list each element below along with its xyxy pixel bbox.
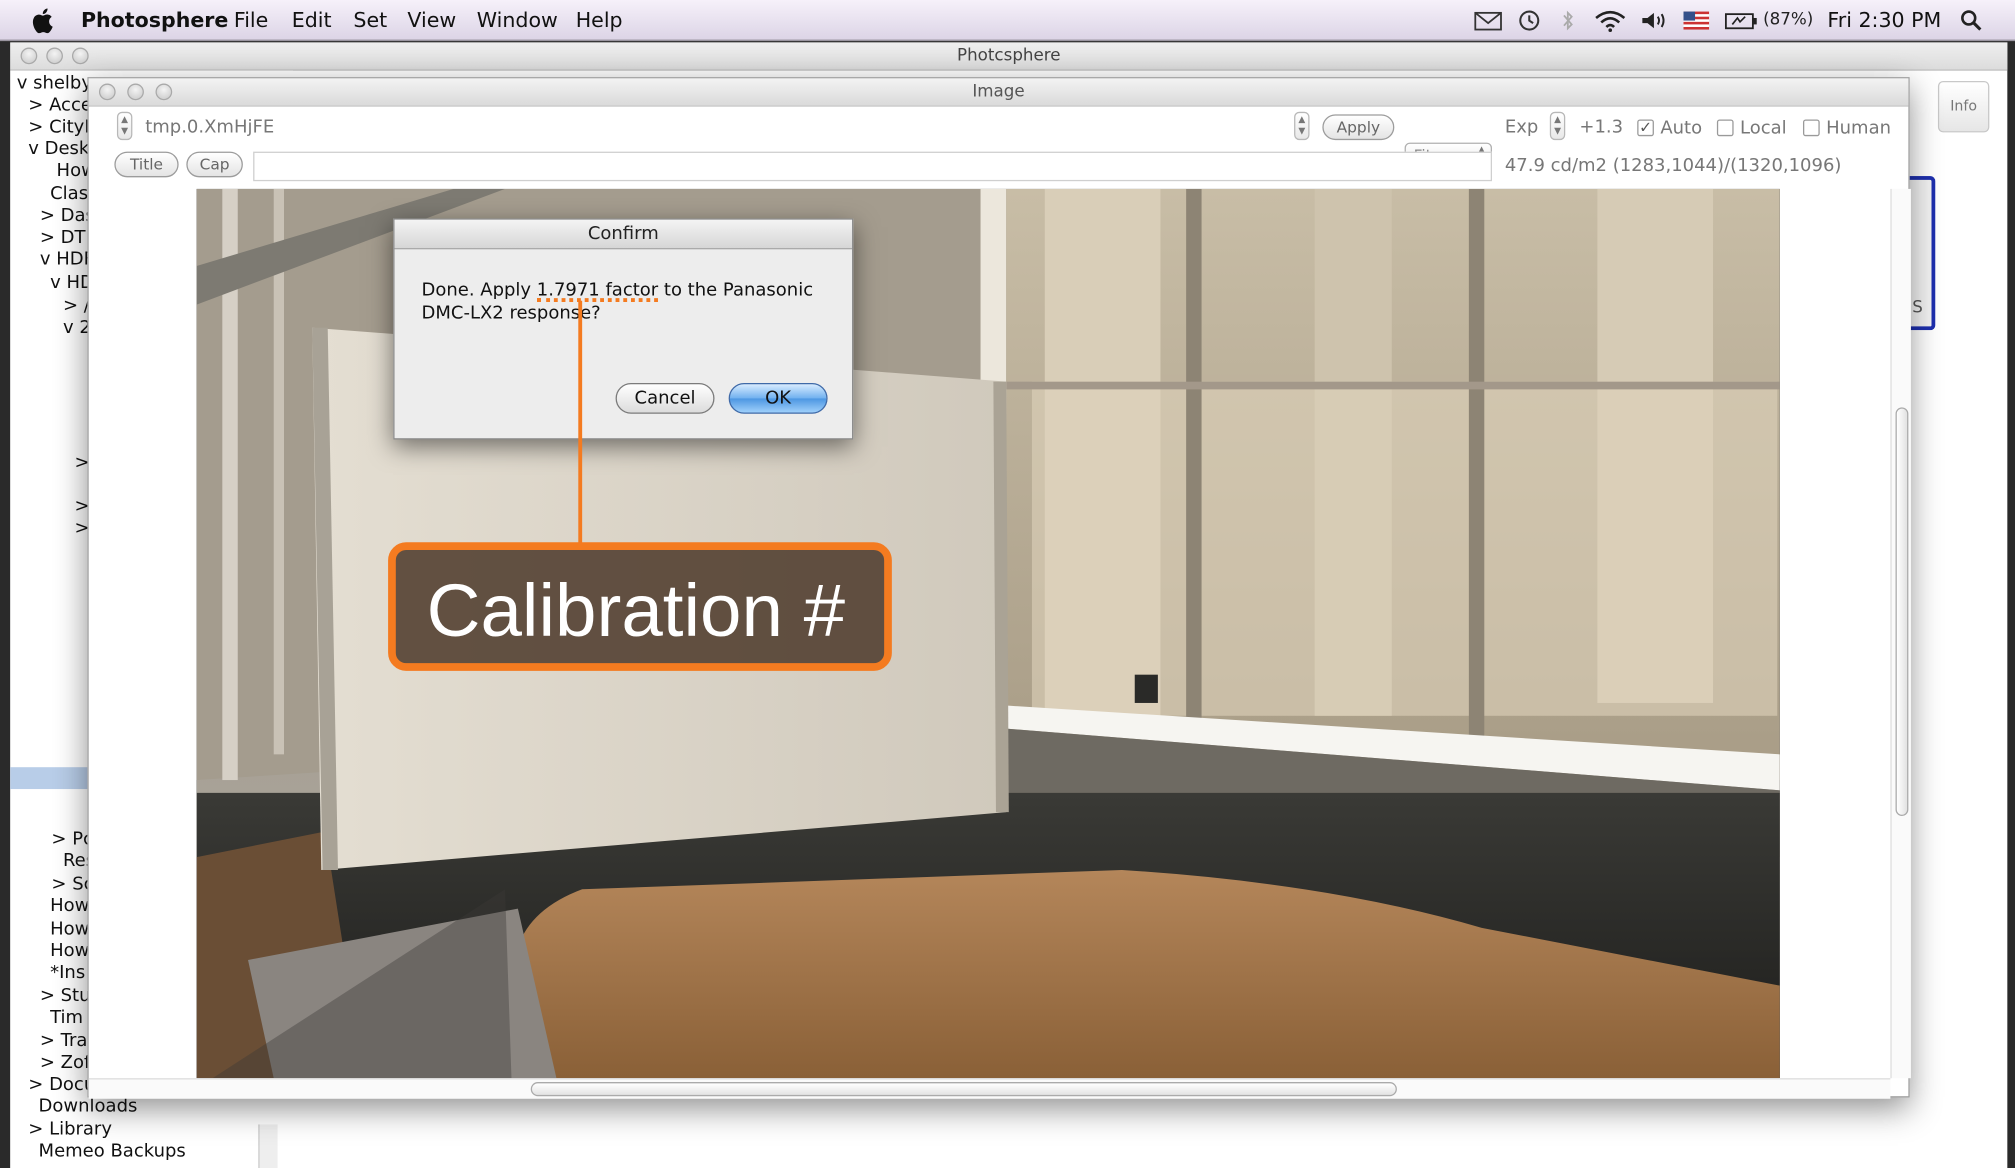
exposure-stepper[interactable]: ▲ ▼ (1549, 111, 1566, 141)
sidebar-item[interactable]: > Stu (40, 986, 91, 1008)
image-toolbar: ▲▼ tmp.0.XmHjFE ▲▼ Apply Fit▲▼ Exp ▲▼ +1… (89, 107, 1909, 169)
sidebar-item[interactable]: v Desk (28, 139, 89, 161)
cap-button[interactable]: Cap (186, 151, 243, 178)
info-button[interactable]: Info (1937, 80, 1990, 133)
menu-help[interactable]: Help (576, 8, 623, 32)
sidebar-item[interactable]: > Tra (40, 1031, 88, 1053)
vertical-scrollbar[interactable] (1890, 188, 1911, 1079)
apply-button[interactable]: Apply (1322, 114, 1395, 141)
exposure-value: +1.3 (1579, 116, 1624, 138)
file-stepper[interactable]: ▲ ▼ (116, 111, 133, 141)
image-window: Image ▲▼ tmp.0.XmHjFE ▲▼ Apply Fit▲▼ Exp… (87, 77, 1911, 1099)
battery-percent: (87%) (1763, 10, 1814, 30)
title-button[interactable]: Title (114, 151, 179, 178)
local-checkbox[interactable] (1716, 119, 1734, 137)
sidebar-item[interactable]: > / (63, 296, 90, 318)
sidebar-item[interactable]: Tim (50, 1008, 83, 1030)
sidebar-scrollbar[interactable] (258, 1124, 278, 1168)
partial-blue-frame: S (1907, 176, 1936, 331)
callout-leader-line (578, 300, 583, 545)
us-flag-icon[interactable] (1683, 9, 1710, 32)
sidebar-item[interactable]: Memeo Backups (39, 1141, 186, 1163)
exposure-label: Exp (1504, 116, 1539, 138)
menu-edit[interactable]: Edit (292, 8, 332, 32)
dialog-title: Confirm (394, 219, 853, 250)
human-checkbox[interactable] (1802, 119, 1820, 137)
sidebar-item[interactable]: > Library (28, 1119, 112, 1141)
sidebar-item[interactable]: *Ins (50, 963, 85, 985)
menu-window[interactable]: Window (477, 8, 558, 32)
sidebar-item[interactable]: Clas (50, 184, 88, 206)
callout-label: Calibration # (426, 569, 846, 653)
apply-stepper[interactable]: ▲ ▼ (1294, 111, 1310, 141)
battery-icon[interactable] (1724, 9, 1758, 32)
volume-icon[interactable] (1640, 9, 1668, 32)
wifi-icon[interactable] (1594, 9, 1627, 32)
sidebar-item[interactable]: How (50, 941, 89, 963)
sidebar-item[interactable]: v HDF (40, 249, 94, 271)
local-label: Local (1740, 118, 1787, 139)
auto-label: Auto (1660, 118, 1703, 139)
sidebar-selection-highlight (10, 767, 90, 790)
sidebar-item[interactable]: > Zof (40, 1052, 90, 1074)
menu-view[interactable]: View (407, 8, 456, 32)
menu-set[interactable]: Set (353, 8, 387, 32)
image-window-title: Image (972, 82, 1025, 102)
caption-input[interactable] (253, 151, 1493, 182)
ok-button[interactable]: OK (728, 382, 828, 414)
sidebar-item[interactable]: How (50, 896, 89, 918)
confirm-dialog: Confirm Done. Apply 1.7971 factor to the… (393, 218, 854, 440)
vertical-scroll-thumb[interactable] (1895, 407, 1909, 817)
screen: Photosphere File Edit Set View Window He… (0, 0, 2015, 1168)
image-window-titlebar[interactable]: Image (88, 78, 1909, 107)
spotlight-search-icon[interactable] (1960, 9, 1983, 32)
callout-underline (537, 298, 658, 302)
partial-frame-text: S (1912, 298, 1923, 318)
menubar-clock[interactable]: Fri 2:30 PM (1827, 8, 1941, 32)
human-label: Human (1826, 118, 1892, 139)
menu-file[interactable]: File (234, 8, 268, 32)
filename-label: tmp.0.XmHjFE (145, 116, 275, 138)
luminance-readout: 47.9 cd/m2 (1283,1044)/(1320,1096) (1504, 155, 1842, 177)
auto-checkbox[interactable]: ✓ (1637, 119, 1654, 137)
menu-bar: Photosphere File Edit Set View Window He… (0, 0, 2015, 42)
sidebar-item[interactable]: > DT (40, 227, 86, 249)
apple-menu-icon[interactable] (31, 6, 57, 34)
time-machine-icon[interactable] (1516, 9, 1542, 32)
sidebar-item[interactable]: Downloads (39, 1096, 138, 1118)
cancel-button[interactable]: Cancel (615, 382, 715, 414)
browser-window-title: Photcsphere (956, 46, 1061, 66)
horizontal-scroll-thumb[interactable] (530, 1082, 1397, 1097)
horizontal-scrollbar[interactable] (88, 1078, 1891, 1099)
stage: Photosphere File Edit Set View Window He… (0, 0, 2015, 1168)
sidebar-item[interactable]: > Acce (28, 95, 92, 117)
bluetooth-icon[interactable] (1560, 9, 1575, 32)
calibration-callout: Calibration # (388, 542, 892, 671)
app-name-menu[interactable]: Photosphere (81, 8, 228, 32)
sidebar-item[interactable]: > CityE (28, 117, 95, 139)
sidebar-item[interactable]: > Docu (28, 1074, 95, 1096)
sidebar-item[interactable]: v shelby (17, 73, 92, 95)
mail-icon[interactable] (1474, 9, 1502, 32)
browser-window-titlebar[interactable]: Photcsphere (10, 42, 2008, 71)
sidebar-item[interactable]: How (50, 919, 89, 941)
